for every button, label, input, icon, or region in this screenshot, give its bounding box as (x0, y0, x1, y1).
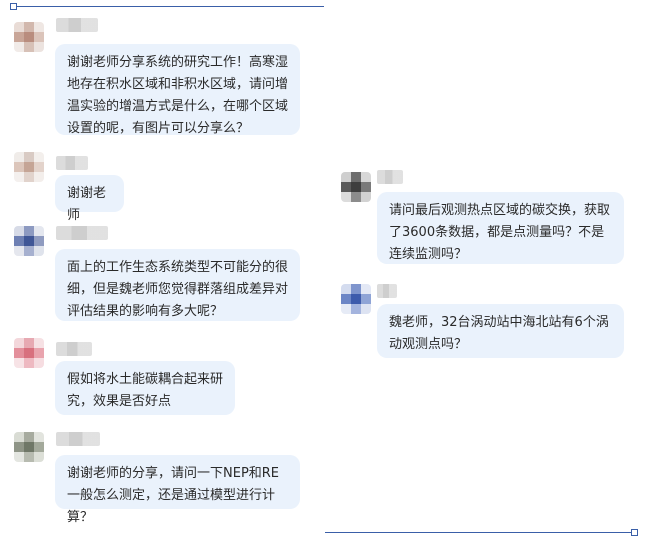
avatar (14, 338, 44, 368)
bottom-divider-handle[interactable] (631, 529, 638, 536)
username-blurred (56, 226, 108, 240)
avatar (14, 152, 44, 182)
username-blurred (377, 284, 397, 298)
top-divider-handle[interactable] (10, 3, 17, 10)
message-bubble: 魏老师，32台涡动站中海北站有6个涡动观测点吗？ (377, 304, 624, 358)
left-chat-column: 谢谢老师分享系统的研究工作！高寒湿地存在积水区域和非积水区域，请问增温实验的增温… (0, 0, 325, 550)
message-bubble: 谢谢老师的分享，请问一下NEP和RE一般怎么测定，还是通过模型进行计算？ (55, 455, 300, 525)
username-blurred (56, 18, 98, 32)
bottom-divider (325, 532, 633, 533)
username-blurred (56, 342, 92, 356)
right-chat-column: 请问最后观测热点区域的碳交换，获取了3600条数据，都是点测量吗？不是连续监测吗… (325, 0, 650, 550)
username-blurred (377, 170, 403, 184)
message-bubble: 请问最后观测热点区域的碳交换，获取了3600条数据，都是点测量吗？不是连续监测吗… (377, 192, 624, 264)
avatar (14, 432, 44, 462)
username-blurred (56, 156, 88, 170)
message-bubble: 假如将水土能碳耦合起来研究，效果是否好点 (55, 361, 235, 415)
top-divider (14, 6, 324, 7)
message-bubble: 面上的工作生态系统类型不可能分的很细，但是魏老师您觉得群落组成差异对评估结果的影… (55, 249, 300, 321)
username-blurred (56, 432, 100, 446)
avatar (341, 284, 371, 314)
message-bubble: 谢谢老师分享系统的研究工作！高寒湿地存在积水区域和非积水区域，请问增温实验的增温… (55, 44, 300, 136)
message-bubble: 谢谢老师 (55, 175, 124, 223)
avatar (341, 172, 371, 202)
avatar (14, 22, 44, 52)
avatar (14, 226, 44, 256)
